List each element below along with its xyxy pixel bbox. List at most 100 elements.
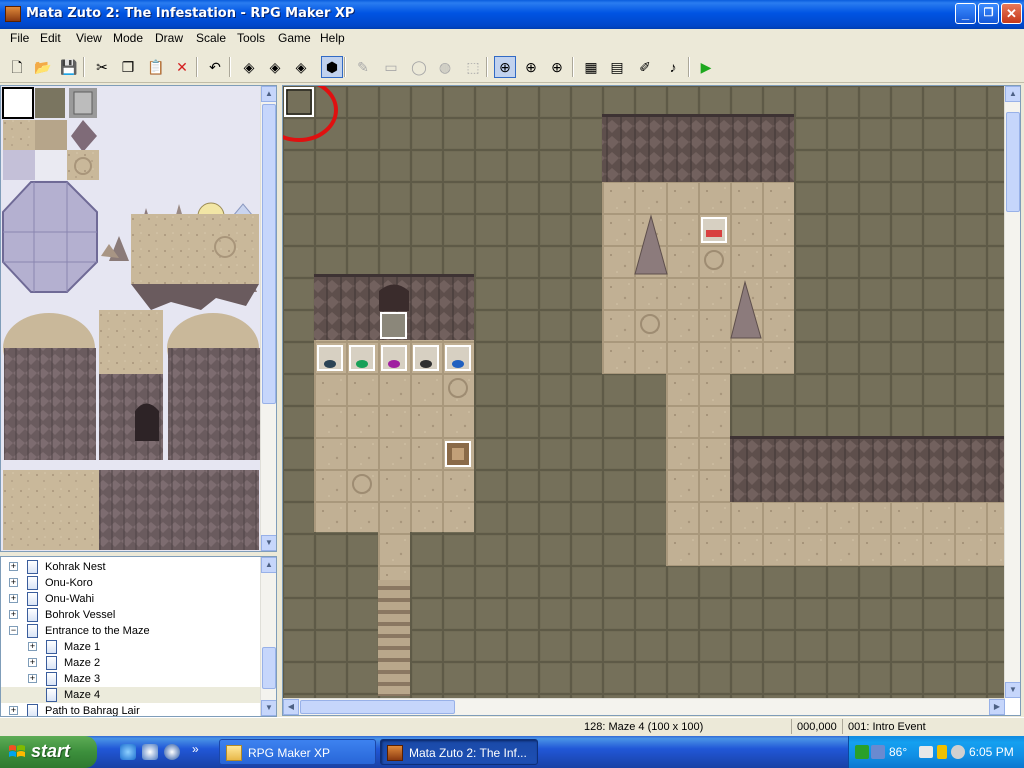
map-tree-item[interactable]: + Onu-Koro [1, 575, 261, 591]
volume-icon[interactable] [951, 745, 965, 759]
new-icon: 🗋 [11, 59, 23, 75]
map-graphics[interactable] [283, 86, 1005, 698]
scroll-down-arrow-icon[interactable]: ▼ [1005, 682, 1020, 698]
expand-icon[interactable]: + [28, 674, 37, 683]
network-icon[interactable] [855, 745, 869, 759]
scroll-up-arrow-icon[interactable]: ▲ [261, 86, 276, 102]
menu-game[interactable]: Game [278, 31, 311, 45]
save-project-button[interactable]: 💾 [58, 56, 80, 78]
layer2-button[interactable]: ◈ [264, 56, 286, 78]
app-icon[interactable] [5, 6, 21, 22]
clock[interactable]: 6:05 PM [969, 745, 1014, 759]
tileset-palette[interactable] [1, 86, 261, 551]
map-tree: + Kohrak Nest + Onu-Koro + Onu-Wahi + Bohrok Ve… [0, 556, 277, 717]
scroll-down-arrow-icon[interactable]: ▼ [261, 700, 276, 716]
map-tree-item[interactable]: + Onu-Wahi [1, 591, 261, 607]
materialbase-button[interactable]: ▤ [606, 56, 628, 78]
zoom-1-4-button[interactable]: ⊕ [546, 56, 568, 78]
menu-mode[interactable]: Mode [113, 31, 143, 45]
menu-scale[interactable]: Scale [196, 31, 226, 45]
event-layer-button[interactable]: ⬢ [321, 56, 343, 78]
map-tree-item[interactable]: Maze 4 [1, 687, 261, 703]
map-icon [27, 592, 38, 606]
close-button[interactable]: ✕ [1001, 3, 1022, 24]
database-button[interactable]: ▦ [580, 56, 602, 78]
scroll-down-arrow-icon[interactable]: ▼ [261, 535, 276, 551]
expand-icon[interactable]: + [9, 610, 18, 619]
maximize-button[interactable]: ❐ [978, 3, 999, 24]
map-hscroll-thumb[interactable] [300, 700, 455, 714]
collapse-icon[interactable]: − [9, 626, 18, 635]
media-player-icon[interactable] [164, 744, 180, 760]
connection-icon[interactable] [871, 745, 885, 759]
rpgmaker-icon [387, 745, 403, 761]
toolbar-separator [688, 57, 690, 77]
security-icon[interactable] [937, 745, 947, 759]
map-tree-item[interactable]: + Maze 3 [1, 671, 261, 687]
expand-icon[interactable]: + [28, 642, 37, 651]
playtest-button[interactable]: ▶ [695, 56, 717, 78]
internet-explorer-icon[interactable] [120, 744, 136, 760]
menu-help[interactable]: Help [320, 31, 345, 45]
tileset-scrollbar[interactable]: ▲ ▼ [260, 86, 276, 551]
scroll-up-arrow-icon[interactable]: ▲ [1005, 86, 1020, 102]
quicklaunch-app-icon[interactable] [142, 744, 158, 760]
status-coordinates: 000,000 [797, 721, 837, 733]
minimize-button[interactable]: _ [955, 3, 976, 24]
quicklaunch-chevron-icon[interactable]: » [192, 742, 199, 756]
expand-icon[interactable]: + [9, 594, 18, 603]
menu-tools[interactable]: Tools [237, 31, 265, 45]
copy-button[interactable]: ❐ [117, 56, 139, 78]
menu-file[interactable]: File [10, 31, 29, 45]
map-tree-item[interactable]: + Kohrak Nest [1, 559, 261, 575]
map-horizontal-scrollbar[interactable]: ◀ ▶ [283, 698, 1005, 715]
undo-icon: ↶ [209, 59, 221, 75]
map-tree-scrollbar[interactable]: ▲ ▼ [260, 557, 276, 716]
copy-icon: ❐ [121, 59, 135, 75]
zoom-1-1-button[interactable]: ⊕ [494, 56, 516, 78]
expand-icon[interactable]: + [9, 578, 18, 587]
select-button[interactable]: ⬚ [462, 56, 484, 78]
pencil-button[interactable]: ✎ [352, 56, 374, 78]
map-vscroll-thumb[interactable] [1006, 112, 1020, 212]
menu-view[interactable]: View [76, 31, 102, 45]
map-tree-item[interactable]: − Entrance to the Maze [1, 623, 261, 639]
cut-button[interactable]: ✂ [91, 56, 113, 78]
layer3-button[interactable]: ◈ [290, 56, 312, 78]
task-rpg-maker-folder[interactable]: RPG Maker XP [219, 739, 376, 765]
task-mata-zuto-window[interactable]: Mata Zuto 2: The Inf... [380, 739, 538, 765]
paste-button[interactable]: 📋 [145, 56, 167, 78]
menu-draw[interactable]: Draw [155, 31, 183, 45]
open-project-button[interactable]: 📂 [32, 56, 54, 78]
ellipse-button[interactable]: ◯ [408, 56, 430, 78]
expand-icon[interactable]: + [28, 658, 37, 667]
expand-icon[interactable]: + [9, 562, 18, 571]
map-tree-scroll-thumb[interactable] [262, 647, 276, 689]
fill-button[interactable]: ◍ [434, 56, 456, 78]
zoom-1-2-button[interactable]: ⊕ [520, 56, 542, 78]
tileset-graphics[interactable] [1, 86, 261, 551]
layer1-button[interactable]: ◈ [238, 56, 260, 78]
sound-test-button[interactable]: ♪ [662, 56, 684, 78]
map-canvas[interactable] [283, 86, 1005, 698]
scroll-right-arrow-icon[interactable]: ▶ [989, 699, 1005, 715]
tray-app-icon[interactable] [919, 746, 933, 758]
script-editor-button[interactable]: ✐ [634, 56, 656, 78]
undo-button[interactable]: ↶ [204, 56, 226, 78]
map-tree-item[interactable]: + Maze 1 [1, 639, 261, 655]
rectangle-button[interactable]: ▭ [380, 56, 402, 78]
menu-edit[interactable]: Edit [40, 31, 61, 45]
map-tree-item[interactable]: + Maze 2 [1, 655, 261, 671]
expand-icon[interactable]: + [9, 706, 18, 715]
map-tree-item[interactable]: + Bohrok Vessel [1, 607, 261, 623]
tray-temperature[interactable]: 86° [889, 745, 907, 759]
start-button[interactable]: start [0, 736, 97, 768]
delete-button[interactable]: ✕ [171, 56, 193, 78]
new-project-button[interactable]: 🗋 [6, 56, 28, 78]
map-vertical-scrollbar[interactable]: ▲ ▼ [1004, 86, 1020, 698]
tileset-scroll-thumb[interactable] [262, 104, 276, 404]
scroll-left-arrow-icon[interactable]: ◀ [283, 699, 299, 715]
map-tree-item[interactable]: + Path to Bahrag Lair [1, 703, 261, 716]
scroll-up-arrow-icon[interactable]: ▲ [261, 557, 276, 573]
title-bar[interactable]: Mata Zuto 2: The Infestation - RPG Maker… [0, 0, 1024, 29]
